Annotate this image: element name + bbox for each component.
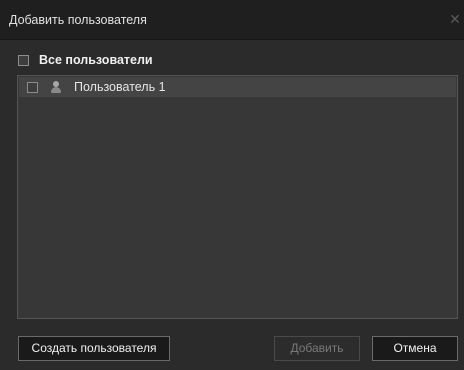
dialog-title: Добавить пользователя [9,13,147,27]
user-list: Пользователь 1 [17,75,458,319]
add-user-dialog: Добавить пользователя ✕ Все пользователи… [0,0,464,370]
add-button[interactable]: Добавить [274,336,360,361]
close-icon[interactable]: ✕ [448,12,462,26]
select-all-checkbox[interactable] [18,54,29,66]
user-icon [51,81,61,93]
select-all-row[interactable]: Все пользователи [18,52,153,68]
list-item[interactable]: Пользователь 1 [19,77,456,97]
create-user-button[interactable]: Создать пользователя [18,336,170,361]
dialog-titlebar: Добавить пользователя ✕ [0,0,464,40]
user-checkbox[interactable] [27,81,38,93]
cancel-button[interactable]: Отмена [372,336,458,361]
user-label: Пользователь 1 [74,80,166,94]
select-all-label: Все пользователи [39,53,153,67]
